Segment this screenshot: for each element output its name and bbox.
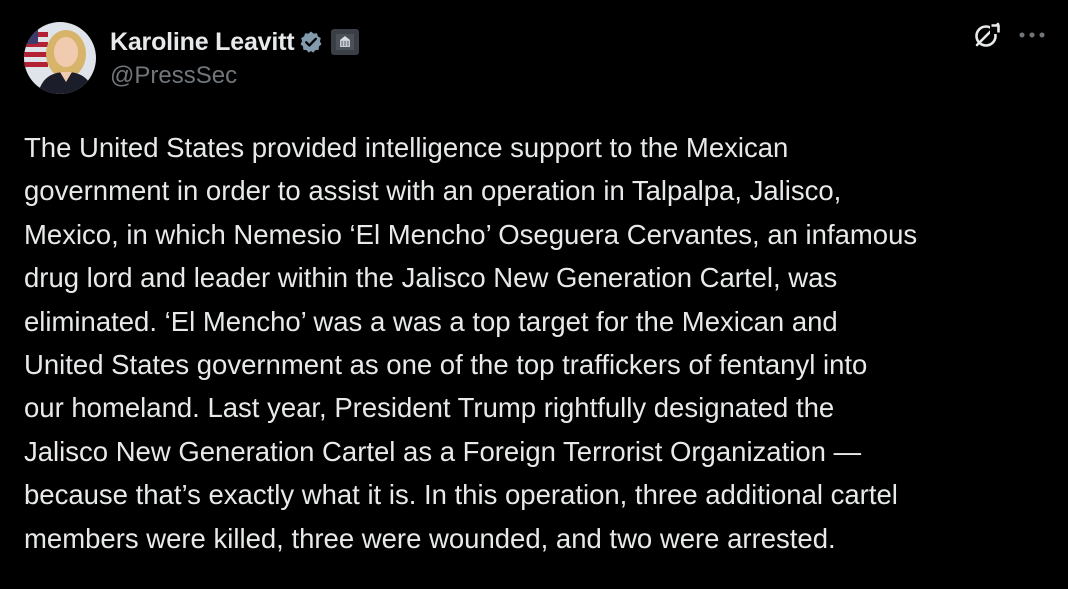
post-header: Karoline Leavitt @PressSec [24,22,1048,98]
verified-badge-icon[interactable] [299,30,323,54]
avatar[interactable] [24,22,96,94]
post-actions [970,18,1048,52]
name-row: Karoline Leavitt [110,24,360,60]
user-handle[interactable]: @PressSec [110,62,359,90]
post-text: The United States provided intelligence … [24,132,918,554]
more-options-icon[interactable] [1016,18,1048,52]
display-name[interactable]: Karoline Leavitt [110,28,295,57]
avatar-image [24,22,96,94]
user-info: Karoline Leavitt @PressSec [110,24,360,90]
grok-icon[interactable] [970,18,1004,52]
post-card: Karoline Leavitt @PressSec The United St… [0,0,1068,589]
white-house-affiliation-icon[interactable] [331,29,360,55]
